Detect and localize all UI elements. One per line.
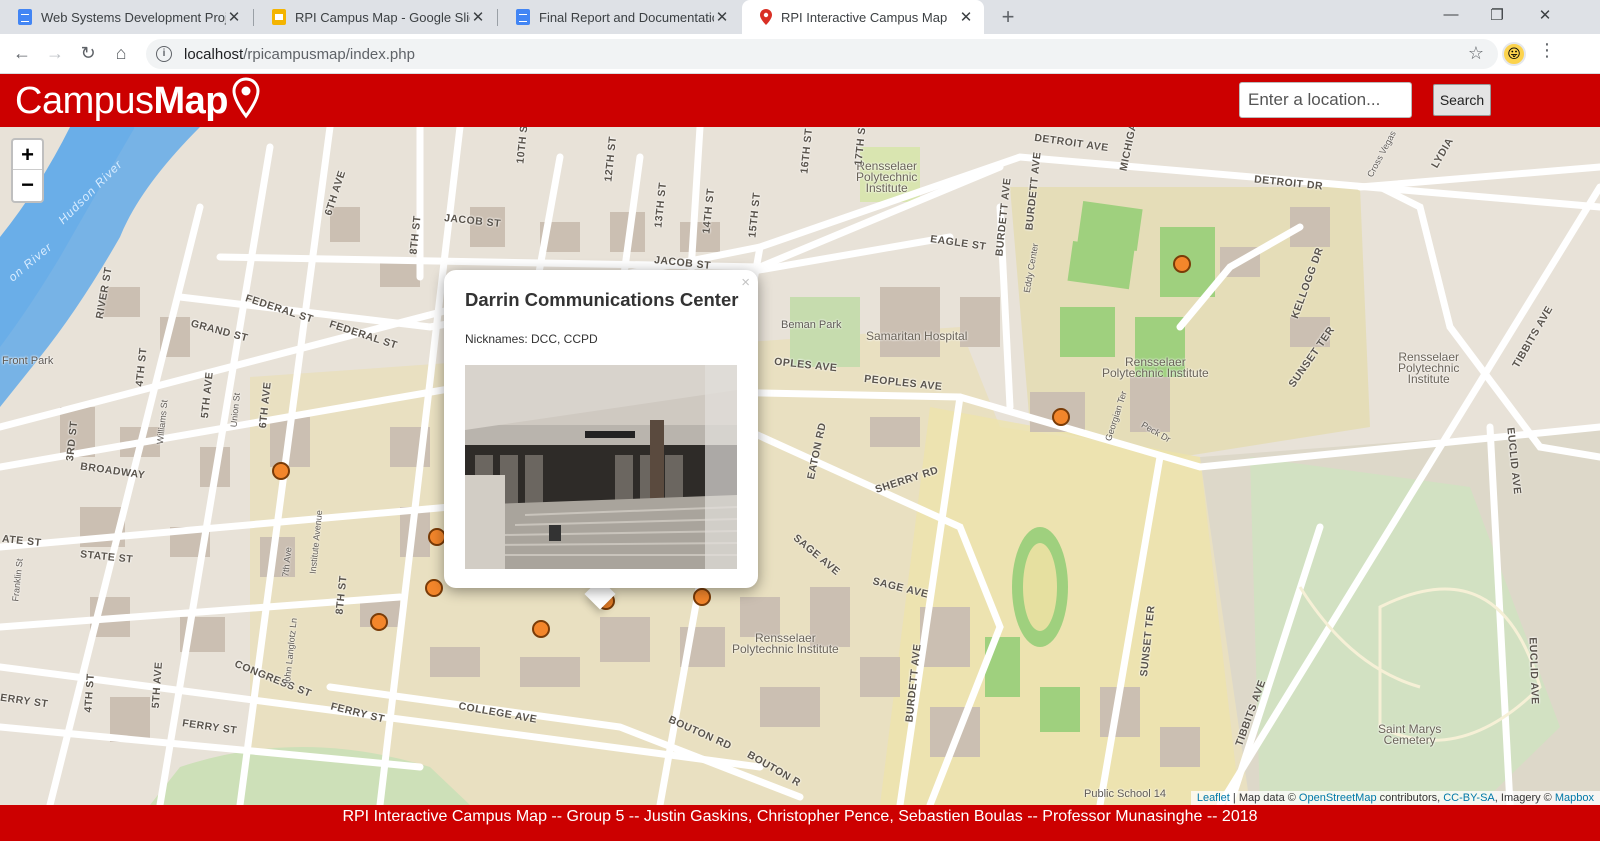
zoom-out-button[interactable]: − xyxy=(13,170,42,200)
location-marker[interactable] xyxy=(425,579,443,597)
address-bar[interactable]: i localhost/rpicampusmap/index.php ☆ xyxy=(146,39,1498,69)
place-label: Rensselaer Polytechnic Institute xyxy=(732,631,839,656)
profile-avatar[interactable]: 😛 xyxy=(1502,42,1526,66)
popup-title: Darrin Communications Center xyxy=(465,289,739,310)
url-text[interactable]: localhost/rpicampusmap/index.php xyxy=(184,46,415,63)
back-arrow-icon[interactable]: ← xyxy=(10,42,34,66)
browser-tab-strip: Web Systems Development Proje ✕ RPI Camp… xyxy=(0,0,1600,34)
tab-web-systems[interactable]: Web Systems Development Proje ✕ xyxy=(0,0,252,34)
search-button[interactable]: Search xyxy=(1433,84,1491,116)
reload-icon[interactable]: ↻ xyxy=(76,42,100,66)
attribution-text: | Map data © xyxy=(1229,792,1299,804)
tab-final-report[interactable]: Final Report and Documentation ✕ xyxy=(498,0,740,34)
place-label: Rensselaer Polytechnic Institute xyxy=(1398,350,1460,386)
map-pin-icon xyxy=(760,9,772,25)
location-search-input[interactable] xyxy=(1239,82,1412,118)
location-marker[interactable] xyxy=(370,613,388,631)
attribution-text: contributors, xyxy=(1376,792,1444,804)
place-label: Rensselaer Polytechnic Institute xyxy=(856,159,918,195)
tab-rpi-campus-map[interactable]: RPI Interactive Campus Map ✕ xyxy=(742,0,984,34)
location-marker[interactable] xyxy=(1173,255,1191,273)
window-close-icon[interactable]: ✕ xyxy=(1530,6,1560,24)
map-pin-logo-icon xyxy=(232,77,260,119)
place-label: Saint Marys Cemetery xyxy=(1378,722,1442,747)
tab-title: Web Systems Development Proje xyxy=(41,9,226,25)
app-footer: RPI Interactive Campus Map -- Group 5 --… xyxy=(0,805,1600,841)
location-marker[interactable] xyxy=(272,462,290,480)
info-icon[interactable]: i xyxy=(156,46,172,62)
close-icon[interactable]: ✕ xyxy=(714,8,730,26)
new-tab-button[interactable]: + xyxy=(996,4,1020,30)
openstreetmap-link[interactable]: OpenStreetMap xyxy=(1299,792,1377,804)
url-path: /rpicampusmap/index.php xyxy=(243,45,415,63)
more-menu-icon[interactable]: ⋮ xyxy=(1538,40,1556,61)
google-slides-icon xyxy=(272,9,286,25)
zoom-in-button[interactable]: + xyxy=(13,140,42,170)
campusmap-logo[interactable]: Campus Map xyxy=(15,77,261,125)
tab-title: Final Report and Documentation xyxy=(539,9,714,25)
leaflet-link[interactable]: Leaflet xyxy=(1197,792,1230,804)
bookmark-star-icon[interactable]: ☆ xyxy=(1468,43,1484,64)
place-label: Front Park xyxy=(2,355,54,367)
tab-title: RPI Interactive Campus Map xyxy=(781,9,948,25)
home-icon[interactable]: ⌂ xyxy=(109,42,133,66)
tab-title: RPI Campus Map - Google Slides xyxy=(295,9,470,25)
logo-text-campus: Campus xyxy=(15,79,154,122)
place-label: Rensselaer Polytechnic Institute xyxy=(1102,355,1209,380)
restore-icon[interactable]: ❐ xyxy=(1482,6,1512,24)
close-icon[interactable]: ✕ xyxy=(226,8,242,26)
footer-credits: RPI Interactive Campus Map -- Group 5 --… xyxy=(342,808,1258,825)
minimize-icon[interactable]: — xyxy=(1436,6,1466,23)
campus-map[interactable]: Hudson River on River Front Park Renssel… xyxy=(0,127,1600,805)
street-label: EUCLID AVE xyxy=(1526,637,1541,705)
map-attribution: Leaflet | Map data © OpenStreetMap contr… xyxy=(1190,791,1600,805)
location-popup: × Darrin Communications Center Nicknames… xyxy=(444,270,758,588)
place-label: Beman Park xyxy=(781,319,842,331)
forward-arrow-icon[interactable]: → xyxy=(43,42,67,66)
app-header: CampusMap Search xyxy=(0,74,1600,127)
google-docs-icon xyxy=(516,9,530,25)
mapbox-link[interactable]: Mapbox xyxy=(1555,792,1594,804)
popup-nicknames: Nicknames: DCC, CCPD xyxy=(465,332,598,346)
url-host: localhost xyxy=(184,45,244,63)
place-label: Samaritan Hospital xyxy=(866,329,968,343)
close-icon[interactable]: ✕ xyxy=(470,8,486,26)
tab-campus-map-slides[interactable]: RPI Campus Map - Google Slides ✕ xyxy=(254,0,496,34)
attribution-text: , Imagery © xyxy=(1494,792,1555,804)
popup-close-button[interactable]: × xyxy=(741,274,750,291)
zoom-control: + − xyxy=(11,138,44,203)
logo-text-map: Map xyxy=(153,79,229,122)
map-tiles xyxy=(0,127,1600,805)
place-label: Public School 14 xyxy=(1084,788,1166,800)
page-bottom xyxy=(0,841,1600,858)
cc-by-sa-link[interactable]: CC-BY-SA xyxy=(1443,792,1495,804)
building-photo xyxy=(465,365,737,569)
location-marker[interactable] xyxy=(532,620,550,638)
browser-toolbar: ← → ↻ ⌂ i localhost/rpicampusmap/index.p… xyxy=(0,34,1600,74)
location-marker[interactable] xyxy=(1052,408,1070,426)
google-docs-icon xyxy=(18,9,32,25)
close-icon[interactable]: ✕ xyxy=(958,8,974,26)
location-marker[interactable] xyxy=(693,588,711,606)
